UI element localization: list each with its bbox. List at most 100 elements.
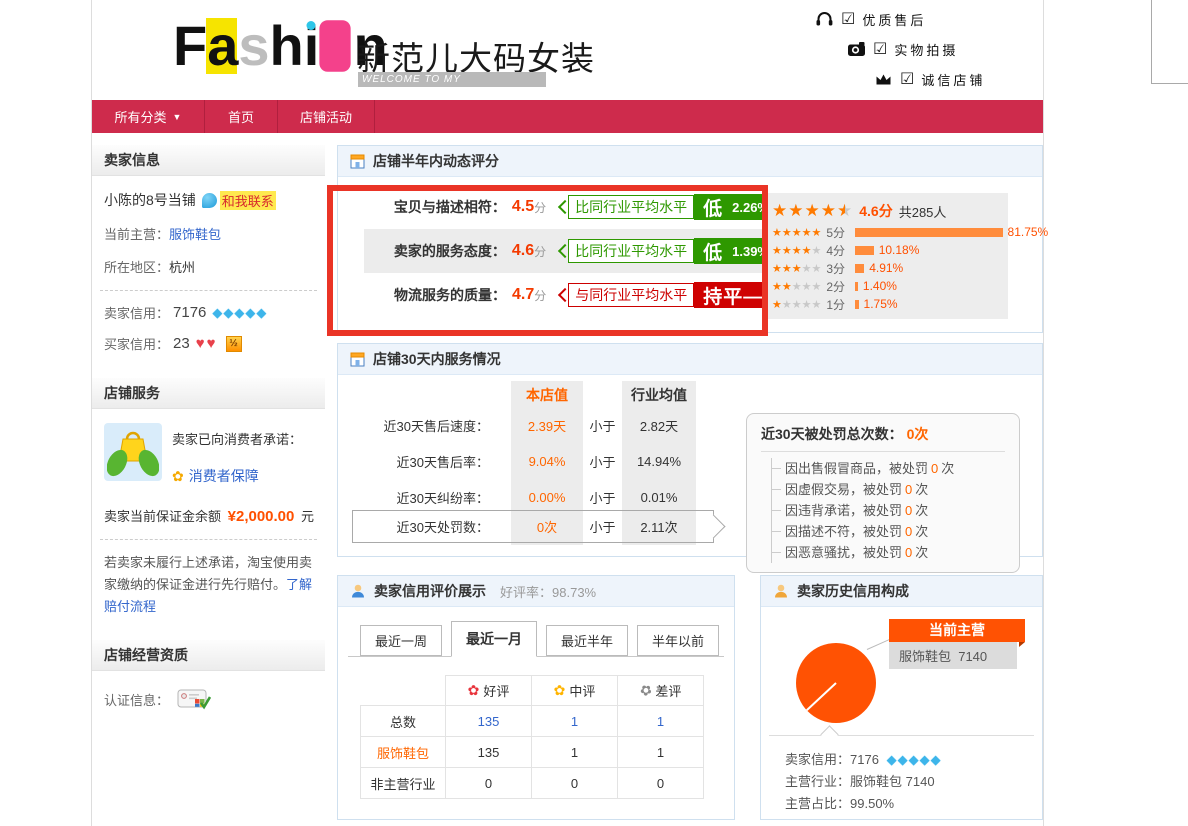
compare-badge: 与同行业平均水平 持平—	[560, 282, 772, 308]
store-logo: Fashion	[172, 18, 387, 74]
crown-icon	[874, 72, 893, 87]
panel-title: 店铺半年内动态评分	[373, 151, 499, 171]
punish-summary-box: 近30天被处罚总次数：0次 因出售假冒商品，被处罚0次 因虚假交易，被处罚0次 …	[746, 413, 1020, 573]
tab-half-year[interactable]: 最近半年	[546, 625, 628, 656]
dsr-row-service: 卖家的服务态度： 4.6 分 比同行业平均水平 低1.39%	[364, 229, 778, 273]
callout-connector	[867, 638, 891, 649]
compare-word: 持平—	[703, 282, 763, 309]
punish-item: 因恶意骚扰，被处罚0次	[772, 542, 1005, 563]
cell-other-neutral: 0	[532, 768, 618, 799]
dsr-score: 4.7	[512, 286, 534, 304]
note-text: 若卖家未履行上述承诺，淘宝使用卖家缴纳的保证金进行先行赔付。	[104, 555, 312, 592]
checkbox-icon	[900, 69, 914, 89]
service-30d-panel: 店铺30天内服务情况 本店值 行业均值 近30天售后速度： 2.39天 小于 2…	[337, 343, 1043, 557]
dist-row-1: ★★★★★ 1分 1.75%	[772, 295, 998, 313]
table-blank-cell	[360, 675, 446, 706]
row-header-total: 总数	[360, 706, 446, 737]
tab-last-week[interactable]: 最近一周	[360, 625, 442, 656]
dsr-unit: 分	[534, 243, 546, 260]
nav-activity[interactable]: 店铺活动	[278, 100, 374, 133]
cert-label: 认证信息：	[104, 690, 169, 709]
big-stars: ★★★★★	[772, 201, 853, 221]
cell-total-good[interactable]: 135	[446, 706, 532, 737]
avg-score: 4.6分	[859, 201, 892, 221]
dist-label: 1分	[826, 296, 850, 313]
person-icon	[773, 583, 789, 599]
pie-callout: 当前主营 服饰鞋包 7140	[889, 619, 1025, 669]
dsr-label: 卖家的服务态度：	[364, 241, 506, 261]
page-right-border	[1043, 0, 1044, 826]
mini-stars: ★★★★★	[772, 262, 821, 275]
consumer-guarantee-link[interactable]: 消费者保障	[189, 466, 259, 486]
diamond-icon	[212, 305, 222, 321]
compare-word: 低	[703, 194, 723, 221]
diamond-icon	[898, 752, 908, 767]
diamond-icon	[223, 305, 233, 321]
field-label: 所在地区：	[104, 257, 169, 276]
checkbox-icon	[841, 9, 855, 29]
compare-word: 低	[703, 238, 723, 265]
cell-total-bad[interactable]: 1	[618, 706, 704, 737]
store-rating-page: Fashion 新范儿大码女装 WELCOME TO MY SHOPPING..…	[0, 0, 1188, 826]
credit-line: 卖家信用：7176	[785, 749, 942, 771]
dist-label: 5分	[826, 224, 850, 241]
badge-real-photo: 实物拍摄	[847, 39, 958, 59]
shop-name-row: 小陈的8号当铺 和我联系	[92, 190, 325, 210]
shop-value: 2.39天	[511, 416, 583, 435]
dist-label: 4分	[826, 242, 850, 259]
badge-honest-shop: 诚信店铺	[874, 69, 985, 89]
main-category-link[interactable]: 服饰鞋包	[169, 224, 221, 243]
rater-count: 共285人	[899, 202, 947, 221]
buyer-credit-row: 买家信用： 23 ½	[92, 334, 325, 369]
nav-all-categories[interactable]: 所有分类 ▼	[92, 100, 204, 133]
credit-detail-lines: 卖家信用：7176 主营行业：服饰鞋包 7140 主营占比：99.50%	[785, 749, 942, 815]
punish-item: 因违背承诺，被处罚0次	[772, 500, 1005, 521]
compensation-note: 若卖家未履行上述承诺，淘宝使用卖家缴纳的保证金进行先行赔付。了解赔付流程	[104, 552, 315, 618]
rate-label: 好评率：	[500, 585, 552, 600]
compare-badge: 比同行业平均水平 低2.26%	[560, 194, 778, 220]
nav-label: 所有分类	[115, 107, 167, 126]
compare-badge: 比同行业平均水平 低1.39%	[560, 238, 778, 264]
dist-bar	[855, 246, 873, 255]
deposit-label: 卖家当前保证金余额	[104, 509, 221, 524]
industry-value: 14.94%	[622, 454, 696, 469]
industry-value: 2.82天	[622, 416, 696, 435]
diamond-icon	[920, 752, 930, 767]
dist-pct: 1.75%	[864, 297, 898, 311]
half-level-icon: ½	[226, 336, 242, 352]
review-tabbar: 最近一周 最近一月 最近半年 半年以前	[348, 623, 724, 657]
cell-total-neutral[interactable]: 1	[532, 706, 618, 737]
divider	[761, 451, 1005, 452]
credit-history-panel: 卖家历史信用构成 当前主营 服饰鞋包 7140 卖家信用：7176 主营行业：服…	[760, 575, 1043, 820]
heart-icon	[196, 335, 205, 352]
deposit-unit: 元	[301, 509, 314, 524]
punish-list: 因出售假冒商品，被处罚0次 因虚假交易，被处罚0次 因违背承诺，被处罚0次 因描…	[771, 458, 1005, 563]
tab-before-half-year[interactable]: 半年以前	[637, 625, 719, 656]
dist-bar	[855, 264, 864, 273]
contact-me-link[interactable]: 和我联系	[220, 191, 276, 210]
deposit-row: 卖家当前保证金余额 ¥2,000.00 元	[104, 506, 325, 525]
punish-item: 因虚假交易，被处罚0次	[772, 479, 1005, 500]
cell-other-bad: 0	[618, 768, 704, 799]
section-title: 店铺服务	[92, 378, 325, 409]
hands-bag-icon	[104, 423, 162, 481]
id-card-icon[interactable]	[177, 687, 211, 711]
nav-label: 店铺活动	[300, 107, 352, 126]
col-header-shop: 本店值	[511, 385, 583, 405]
region-row: 所在地区： 杭州	[92, 257, 325, 276]
region-value: 杭州	[169, 257, 195, 276]
shop-value: 9.04%	[511, 454, 583, 469]
dsr-panel: 店铺半年内动态评分 宝贝与描述相符： 4.5 分 比同行业平均水平 低2.26%…	[337, 145, 1043, 333]
wangwang-icon[interactable]	[202, 193, 217, 208]
service-row: 近30天售后速度： 2.39天 小于 2.82天	[338, 413, 768, 437]
service-label: 近30天纠纷率：	[338, 488, 511, 507]
nav-home[interactable]: 首页	[205, 100, 277, 133]
dsr-rows: 宝贝与描述相符： 4.5 分 比同行业平均水平 低2.26% 卖家的服务态度： …	[364, 185, 778, 317]
diamond-icon	[931, 752, 941, 767]
industry-value: 2.11次	[622, 517, 696, 536]
diamond-icon	[909, 752, 919, 767]
diamond-icon	[234, 305, 244, 321]
dist-bar	[855, 300, 858, 309]
mini-stars: ★★★★★	[772, 244, 821, 257]
tab-last-month[interactable]: 最近一月	[451, 621, 537, 657]
